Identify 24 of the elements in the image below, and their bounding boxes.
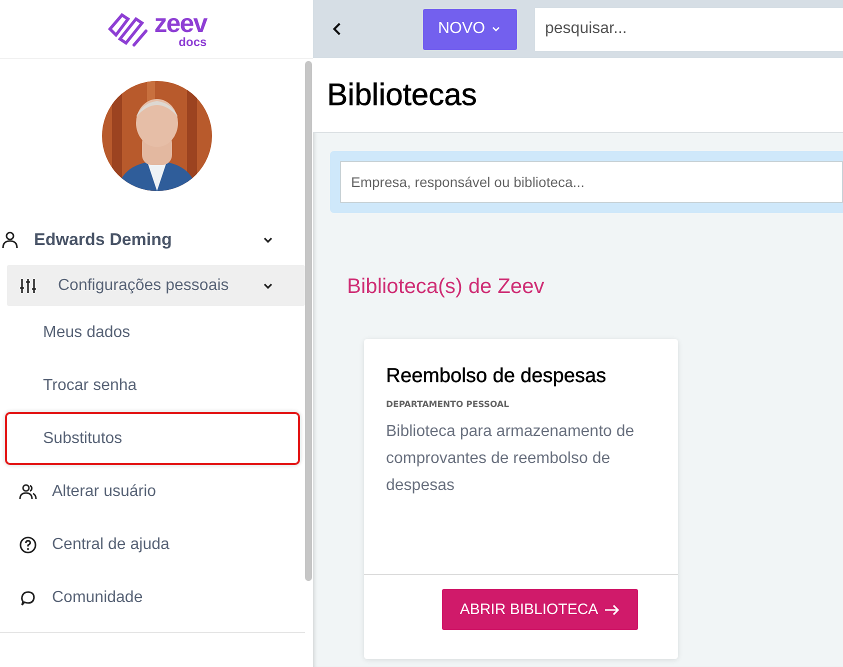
arrow-icon	[604, 604, 620, 616]
users-icon	[18, 482, 38, 502]
submenu-item[interactable]: Substitutos	[5, 412, 300, 465]
search-field[interactable]: pesquisar...	[535, 8, 843, 50]
user-name[interactable]: Edwards Deming	[34, 230, 261, 250]
submenu-item[interactable]: Trocar senha	[0, 359, 305, 412]
section-title: Biblioteca(s) de Zeev	[347, 275, 546, 299]
menu-item[interactable]: Central de ajuda	[0, 518, 305, 571]
card-description: Biblioteca para armazenamento de comprovantes de reembolso de despesas	[386, 422, 636, 496]
settings-menu-item[interactable]: Configurações pessoais	[7, 265, 305, 306]
filter-field[interactable]: Empresa, responsável ou biblioteca...	[340, 161, 843, 203]
scrollbar[interactable]	[305, 61, 312, 581]
new-button[interactable]: NOVO	[423, 8, 517, 50]
help-icon	[18, 534, 38, 554]
page-title: Bibliotecas	[327, 77, 477, 113]
user-icon	[0, 230, 20, 250]
logo-subtitle: docs	[178, 36, 207, 48]
logo-wordmark: zeev	[154, 10, 207, 36]
submenu-item[interactable]: Meus dados	[0, 306, 305, 359]
menu-item[interactable]: Alterar usuário	[0, 465, 305, 518]
card-title: Reembolso de despesas	[386, 365, 608, 388]
menu-item[interactable]: Comunidade	[0, 571, 305, 624]
open-library-button[interactable]: ABRIR BIBLIOTECA	[442, 589, 638, 630]
card-department: DEPARTAMENTO PESSOAL	[386, 400, 510, 410]
